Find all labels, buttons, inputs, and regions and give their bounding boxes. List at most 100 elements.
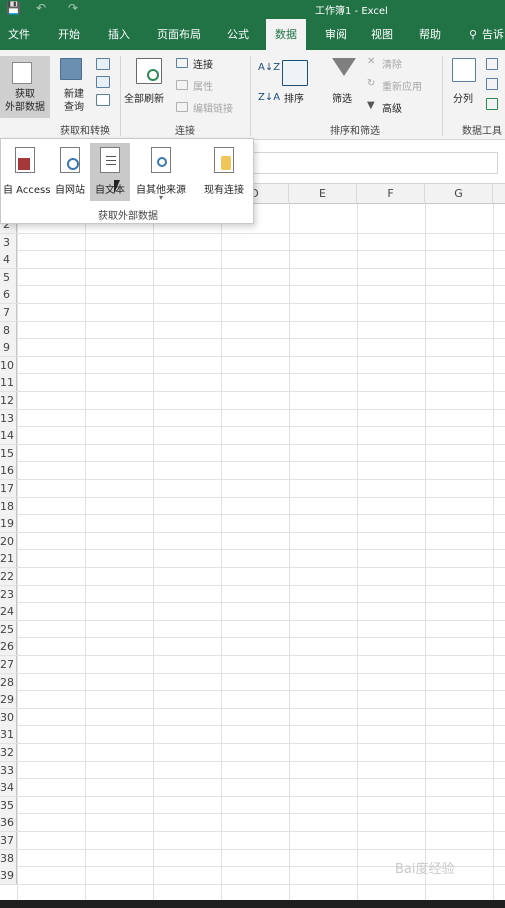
- row-header[interactable]: 23: [0, 585, 17, 603]
- column-header-e[interactable]: E: [289, 184, 357, 204]
- edit-links-button[interactable]: 编辑链接: [193, 100, 233, 115]
- tab-home[interactable]: 开始: [50, 19, 88, 50]
- table-row: 15: [0, 444, 505, 463]
- tab-tell-me[interactable]: 告诉: [482, 19, 505, 50]
- from-text-item[interactable]: 自文本: [90, 143, 130, 201]
- filter-button[interactable]: 筛选: [332, 90, 352, 105]
- recent-sources-icon[interactable]: [96, 94, 110, 106]
- existing-connections-icon: [214, 147, 234, 173]
- row-header[interactable]: 32: [0, 744, 17, 761]
- row-header[interactable]: 13: [0, 409, 17, 427]
- connections-button[interactable]: 连接: [193, 56, 213, 71]
- group-data-tools: 数据工具: [462, 126, 502, 137]
- sort-za-icon[interactable]: Z↓A: [258, 92, 280, 103]
- tab-review[interactable]: 审阅: [316, 19, 356, 50]
- edit-links-icon: [176, 102, 188, 112]
- row-header[interactable]: 35: [0, 796, 17, 814]
- refresh-all-button[interactable]: 全部刷新: [124, 90, 164, 105]
- advanced-filter-icon: ▼: [367, 100, 375, 111]
- table-row: 8: [0, 321, 505, 340]
- advanced-button[interactable]: 高级: [382, 100, 402, 115]
- column-header-g[interactable]: G: [425, 184, 493, 204]
- clear-button[interactable]: 清除: [382, 56, 402, 71]
- row-header[interactable]: 36: [0, 814, 17, 832]
- row-header[interactable]: 25: [0, 620, 17, 638]
- save-icon[interactable]: 💾: [6, 1, 21, 15]
- row-header[interactable]: 28: [0, 673, 17, 691]
- row-header[interactable]: 37: [0, 832, 17, 849]
- row-header[interactable]: 18: [0, 497, 17, 515]
- from-web-label: 自网站: [55, 185, 85, 196]
- reapply-button[interactable]: 重新应用: [382, 78, 422, 93]
- tab-data[interactable]: 数据: [266, 19, 306, 50]
- row-header[interactable]: 10: [0, 356, 17, 374]
- row-header[interactable]: 20: [0, 532, 17, 550]
- existing-connections-item[interactable]: 现有连接: [197, 143, 251, 201]
- show-queries-icon[interactable]: [96, 58, 110, 70]
- flash-fill-icon[interactable]: [486, 58, 498, 70]
- search-icon[interactable]: ⚲: [466, 19, 480, 50]
- tab-page-layout[interactable]: 页面布局: [148, 19, 210, 50]
- row-header[interactable]: 16: [0, 462, 17, 480]
- undo-icon[interactable]: ↶: [36, 1, 46, 15]
- table-row: 6: [0, 286, 505, 304]
- title-bar: 💾 ↶ ↷ 工作簿1 - Excel: [0, 0, 505, 19]
- formula-input[interactable]: [230, 152, 498, 174]
- redo-icon[interactable]: ↷: [68, 1, 78, 15]
- from-other-sources-item[interactable]: 自其他来源 ▾: [132, 143, 190, 202]
- row-header[interactable]: 33: [0, 761, 17, 779]
- column-header-f[interactable]: F: [357, 184, 425, 204]
- tab-help[interactable]: 帮助: [410, 19, 450, 50]
- row-header[interactable]: 27: [0, 656, 17, 673]
- tab-formulas[interactable]: 公式: [220, 19, 256, 50]
- from-access-item[interactable]: 自 Access: [3, 143, 50, 201]
- row-header[interactable]: 6: [0, 286, 17, 304]
- row-header[interactable]: 3: [0, 233, 17, 251]
- row-header[interactable]: 9: [0, 339, 17, 357]
- row-header[interactable]: 15: [0, 444, 17, 462]
- row-header[interactable]: 21: [0, 550, 17, 568]
- row-header[interactable]: 31: [0, 726, 17, 744]
- row-header[interactable]: 7: [0, 304, 17, 321]
- from-table-icon[interactable]: [96, 76, 110, 88]
- row-header[interactable]: 8: [0, 321, 17, 339]
- row-header[interactable]: 5: [0, 268, 17, 286]
- table-row: 20: [0, 532, 505, 551]
- row-header[interactable]: 17: [0, 480, 17, 497]
- sort-button[interactable]: 排序: [284, 90, 304, 105]
- tab-view[interactable]: 视图: [362, 19, 402, 50]
- worksheet-grid[interactable]: 2 3 4 5 6 7 8 9 10 11 12 13 14 15 16 17 18 19 20 21 22 23 24 25…: [0, 204, 505, 900]
- dropdown-group-label: 获取外部数据: [98, 211, 158, 222]
- row-header[interactable]: 19: [0, 515, 17, 533]
- row-header[interactable]: 38: [0, 849, 17, 867]
- tab-file[interactable]: 文件: [0, 19, 38, 50]
- row-header[interactable]: 26: [0, 638, 17, 656]
- table-row: 36: [0, 814, 505, 832]
- other-sources-icon: [151, 147, 171, 173]
- get-external-data-button[interactable]: 获取 外部数据: [0, 56, 50, 118]
- sort-az-icon[interactable]: A↓Z: [258, 62, 280, 73]
- row-header[interactable]: 12: [0, 392, 17, 409]
- row-header[interactable]: 29: [0, 691, 17, 709]
- table-row: 23: [0, 585, 505, 604]
- row-header[interactable]: 24: [0, 603, 17, 621]
- row-header[interactable]: 11: [0, 374, 17, 392]
- row-header[interactable]: 39: [0, 867, 17, 885]
- table-row: 31: [0, 726, 505, 744]
- table-row: 30: [0, 708, 505, 727]
- data-validation-icon[interactable]: [486, 98, 498, 110]
- from-web-item[interactable]: 自网站: [51, 143, 89, 201]
- remove-duplicates-icon[interactable]: [486, 78, 498, 90]
- row-header[interactable]: 4: [0, 251, 17, 269]
- row-header[interactable]: 14: [0, 427, 17, 445]
- row-header[interactable]: 30: [0, 708, 17, 726]
- row-header[interactable]: 34: [0, 779, 17, 797]
- new-query-button[interactable]: 新建 查询: [56, 88, 92, 114]
- tab-insert[interactable]: 插入: [100, 19, 138, 50]
- row-header[interactable]: 22: [0, 568, 17, 585]
- text-to-columns-button[interactable]: 分列: [453, 90, 473, 105]
- table-row: 10: [0, 356, 505, 375]
- access-icon: [15, 147, 35, 173]
- properties-button[interactable]: 属性: [193, 78, 213, 93]
- table-row: 3: [0, 233, 505, 252]
